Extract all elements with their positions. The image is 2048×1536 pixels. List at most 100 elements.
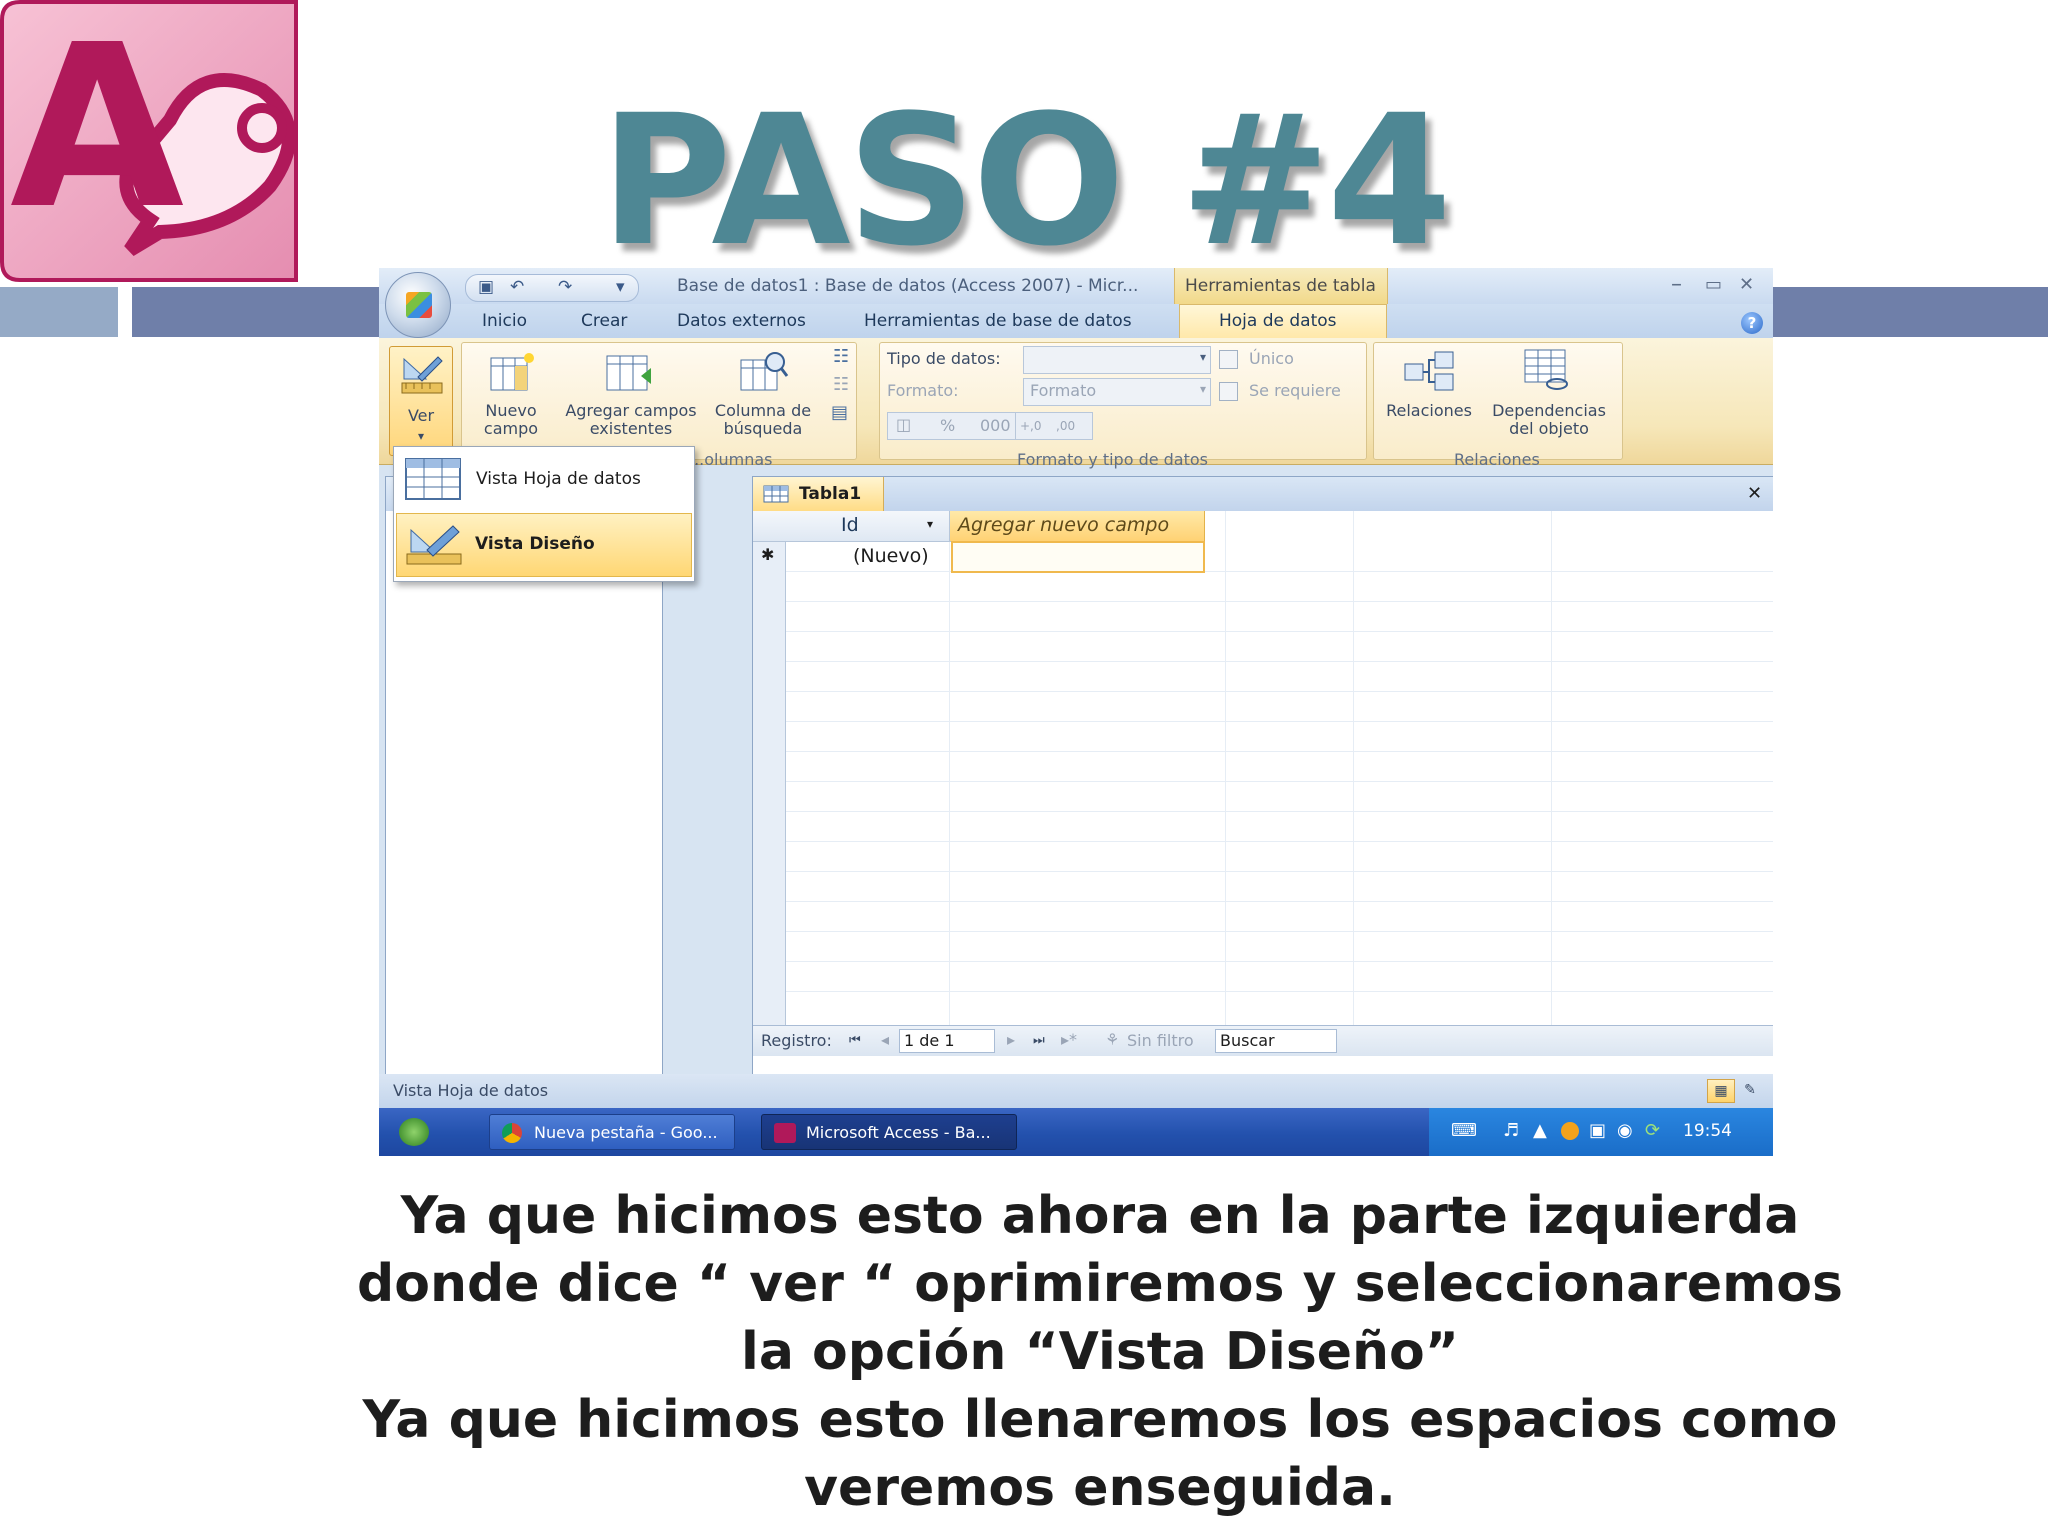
percent-symbol: %: [940, 416, 956, 435]
ver-button[interactable]: Ver ▾: [389, 346, 453, 456]
window-title: Base de datos1 : Base de datos (Access 2…: [677, 276, 1139, 296]
display-icon[interactable]: ▣: [1589, 1120, 1606, 1141]
columna-busqueda-button[interactable]: Columna de búsqueda: [713, 402, 813, 438]
status-text: Vista Hoja de datos: [393, 1081, 549, 1100]
new-field-cell[interactable]: [951, 541, 1205, 573]
column-header-add-field[interactable]: Agregar nuevo campo: [950, 511, 1205, 542]
nuevo-campo-button[interactable]: Nuevo campo: [479, 402, 543, 438]
select-all-corner[interactable]: [753, 511, 785, 542]
access-screenshot: ▣ ↶ ↷ ▾ Base de datos1 : Base de datos (…: [379, 268, 1773, 1156]
help-icon[interactable]: ?: [1741, 312, 1763, 334]
close-button[interactable]: ✕: [1739, 274, 1754, 295]
increase-decimal-symbol: +,0: [1020, 419, 1042, 433]
caption-line-2: donde dice “ ver “ oprimiremos y selecci…: [357, 1254, 1843, 1314]
thousands-symbol: 000: [980, 416, 1011, 435]
requerido-checkbox[interactable]: [1219, 382, 1238, 401]
ver-label: Ver: [407, 406, 435, 425]
column-header-id-label: Id: [841, 514, 859, 536]
slide-title: PASO #4: [599, 77, 1452, 286]
menu-item-vista-hoja-datos-label: Vista Hoja de datos: [476, 469, 641, 489]
datasheet-view-status-icon[interactable]: ▦: [1707, 1079, 1735, 1103]
formato-combo[interactable]: Formato ▾: [1023, 378, 1211, 406]
new-record-button[interactable]: ▸*: [1061, 1031, 1077, 1049]
tab-tabla1-label: Tabla1: [799, 484, 862, 504]
record-position: 1 de 1: [904, 1031, 955, 1050]
menu-item-vista-hoja-datos[interactable]: Vista Hoja de datos: [396, 449, 690, 511]
volume-icon[interactable]: ♬: [1503, 1120, 1519, 1141]
ver-dropdown-menu: Vista Hoja de datos Vista Diseño: [393, 446, 695, 582]
customize-icon[interactable]: ▾: [616, 277, 625, 297]
redo-icon[interactable]: ↷: [558, 277, 572, 297]
tab-inicio[interactable]: Inicio: [482, 311, 527, 331]
lookup-column-icon: [740, 352, 789, 391]
tipo-datos-combo[interactable]: ▾: [1023, 346, 1211, 374]
maximize-button[interactable]: ▭: [1705, 274, 1722, 295]
security-icon[interactable]: ◉: [1617, 1120, 1633, 1141]
tab-hoja-de-datos[interactable]: Hoja de datos: [1219, 311, 1337, 331]
currency-format-button[interactable]: ◫ % 000: [887, 412, 1025, 440]
agregar-campos-button[interactable]: Agregar campos existentes: [561, 402, 701, 438]
chevron-down-icon: ▾: [1199, 350, 1206, 364]
menu-item-vista-diseno[interactable]: Vista Diseño: [396, 513, 692, 577]
caption-line-1: Ya que hicimos esto ahora en la parte iz…: [400, 1186, 1800, 1246]
row-selector-column: [753, 511, 786, 1025]
undo-icon[interactable]: ↶: [510, 277, 524, 297]
decor-band-middle: [132, 287, 380, 337]
next-record-button[interactable]: ▸: [1007, 1031, 1015, 1049]
quick-access-toolbar: ▣ ↶ ↷ ▾: [465, 274, 639, 302]
sin-filtro-button[interactable]: Sin filtro: [1127, 1032, 1194, 1050]
windows-taskbar: Nueva pestaña - Goo... Microsoft Access …: [379, 1108, 1773, 1156]
chevron-down-icon[interactable]: ▾: [927, 517, 933, 531]
new-field-icon: [490, 353, 534, 391]
taskbar-item-chrome[interactable]: Nueva pestaña - Goo...: [489, 1114, 735, 1150]
column-header-id[interactable]: Id ▾: [785, 511, 950, 542]
tab-crear[interactable]: Crear: [581, 311, 627, 331]
record-position-box[interactable]: 1 de 1: [899, 1029, 995, 1053]
network-icon[interactable]: ▲: [1533, 1120, 1547, 1141]
delete-column-icon[interactable]: ☷: [833, 374, 849, 395]
relaciones-button[interactable]: Relaciones: [1381, 402, 1477, 420]
datasheet-window: Tabla1 ✕ Id ▾ Agregar nuevo campo ✱ (Nue…: [752, 476, 1773, 1076]
tab-datos-externos[interactable]: Datos externos: [677, 311, 806, 331]
design-view-icon: [406, 525, 462, 565]
decrease-decimal-symbol: ,00: [1056, 419, 1076, 433]
office-logo-icon: [406, 292, 432, 318]
office-button[interactable]: [385, 272, 451, 338]
chrome-icon: [502, 1123, 522, 1143]
clock: 19:54: [1683, 1121, 1732, 1141]
datasheet-view-icon: [405, 458, 461, 500]
design-view-status-icon[interactable]: ✎: [1737, 1079, 1763, 1101]
decor-band-right: [1772, 287, 2048, 337]
save-icon[interactable]: ▣: [478, 277, 494, 297]
object-dependencies-icon: [1524, 349, 1568, 390]
design-view-icon: [401, 356, 443, 394]
unico-checkbox[interactable]: [1219, 350, 1238, 369]
chevron-down-icon: ▾: [1199, 382, 1206, 396]
slide-caption: Ya que hicimos esto ahora en la parte iz…: [330, 1182, 1870, 1522]
registro-label: Registro:: [761, 1031, 832, 1050]
column-header-add-field-label: Agregar nuevo campo: [958, 514, 1170, 536]
first-record-button[interactable]: ⏮: [849, 1032, 861, 1050]
dependencias-button[interactable]: Dependencias del objeto: [1487, 402, 1611, 438]
last-record-button[interactable]: ⏭: [1033, 1032, 1045, 1050]
minimize-button[interactable]: –: [1671, 272, 1682, 297]
status-bar: Vista Hoja de datos ▦ ✎: [379, 1074, 1773, 1108]
close-document-button[interactable]: ✕: [1747, 483, 1762, 504]
record-navigation-bar: Registro: ⏮ ◂ 1 de 1 ▸ ⏭ ▸* ⚘ Sin filtro…: [753, 1025, 1773, 1056]
prev-record-button[interactable]: ◂: [881, 1031, 889, 1049]
search-input[interactable]: Buscar: [1215, 1029, 1337, 1053]
taskbar-item-access[interactable]: Microsoft Access - Ba...: [761, 1114, 1017, 1150]
insert-column-icon[interactable]: ☷: [833, 346, 849, 367]
rename-column-icon[interactable]: ▤: [831, 402, 848, 423]
id-new-cell[interactable]: (Nuevo): [853, 545, 929, 567]
taskbar-item-chrome-label: Nueva pestaña - Goo...: [534, 1123, 718, 1142]
tab-tabla1[interactable]: Tabla1: [753, 477, 884, 511]
start-button[interactable]: [399, 1118, 429, 1146]
tray-app-icon[interactable]: [1561, 1122, 1579, 1140]
tab-herramientas-bd[interactable]: Herramientas de base de datos: [864, 311, 1132, 331]
group-label-columnas: ...olumnas: [689, 450, 773, 469]
ver-dropdown-arrow: ▾: [417, 429, 425, 443]
update-icon[interactable]: ⟳: [1645, 1120, 1660, 1141]
decimal-buttons[interactable]: +,0 ,00: [1015, 412, 1093, 440]
keyboard-icon[interactable]: ⌨: [1451, 1120, 1477, 1141]
